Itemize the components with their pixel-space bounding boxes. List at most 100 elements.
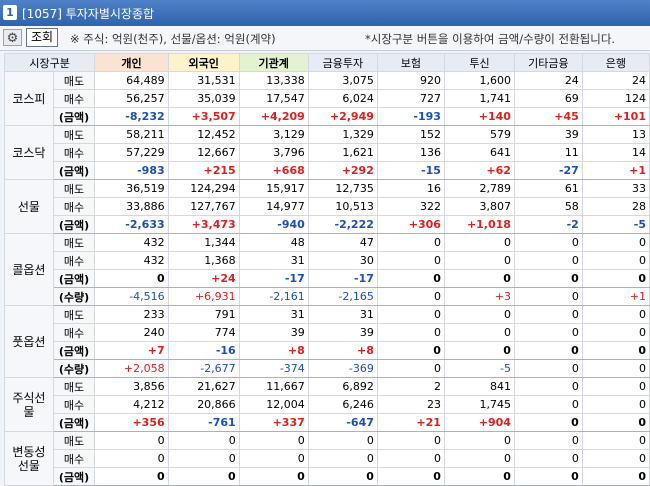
row-label: (금액): [52, 107, 96, 126]
value-cell: -17: [238, 269, 309, 288]
value-cell: +1: [581, 287, 650, 306]
market-label[interactable]: 풋옵션: [4, 305, 54, 378]
value-cell: 24: [581, 71, 650, 90]
value-cell: -27: [513, 161, 583, 180]
table-body: 코스피 매도 64,489 31,531 13,338 3,075 920 1,600 24 24…: [4, 71, 650, 486]
value-cell: 31: [307, 305, 378, 324]
value-cell: 16: [376, 179, 445, 198]
value-cell: 31: [238, 305, 309, 324]
value-cell: 14: [581, 143, 650, 162]
value-cell: 0: [513, 467, 583, 486]
table-row: (금액) +356 -761 +337 -647 +21 +904 0 0: [5, 413, 650, 432]
value-cell: -2,161: [238, 287, 309, 306]
value-cell: 0: [443, 449, 515, 468]
value-cell: 1,344: [167, 233, 240, 252]
header-market[interactable]: 시장구분: [3, 53, 96, 72]
value-cell: 0: [443, 251, 515, 270]
value-cell: 28: [581, 197, 650, 216]
row-label: 매수: [52, 251, 96, 270]
value-cell: 0: [443, 233, 515, 252]
row-label: (금액): [52, 467, 96, 486]
hint-note: *시장구분 버튼을 이용하여 금액/수량이 전환됩니다.: [365, 32, 616, 46]
value-cell: 17,547: [238, 89, 309, 108]
value-cell: +306: [376, 215, 445, 234]
row-label: 매수: [52, 449, 96, 468]
value-cell: 841: [443, 377, 515, 396]
query-button[interactable]: 조회: [26, 28, 58, 47]
row-label: 매도: [52, 179, 96, 198]
value-cell: +8: [238, 341, 309, 360]
table-row: (수량) -4,516 +6,931 -2,161 -2,165 0 +3 0 +1: [5, 287, 650, 306]
value-cell: 58: [513, 197, 583, 216]
market-label[interactable]: 콜옵션: [4, 233, 54, 306]
value-cell: -647: [307, 413, 378, 432]
toolbar: ⚙ 조회 ※ 주식: 억원(천주), 선물/옵션: 억원(계약) *시장구분 버…: [0, 26, 650, 51]
table-row: 코스피 매도 64,489 31,531 13,338 3,075 920 1,600 24 24: [4, 71, 650, 126]
value-cell: 0: [376, 251, 445, 270]
value-cell: 0: [376, 269, 445, 288]
value-cell: 0: [513, 449, 583, 468]
window-number-icon: 1: [3, 5, 17, 20]
row-label: 매도: [52, 125, 96, 144]
row-label: 매수: [52, 323, 96, 342]
gear-icon[interactable]: ⚙: [3, 29, 22, 46]
value-cell: 11,667: [238, 377, 309, 396]
value-cell: 14,977: [238, 197, 309, 216]
header-bank: 은행: [581, 53, 650, 72]
value-cell: 0: [513, 377, 583, 396]
market-label[interactable]: 선물: [4, 179, 54, 234]
value-cell: 13: [581, 125, 650, 144]
value-cell: 0: [513, 395, 583, 414]
unit-note: ※ 주식: 억원(천주), 선물/옵션: 억원(계약): [70, 32, 276, 46]
table-row: 매수 4,212 20,866 12,004 6,246 23 1,745 0 0: [5, 395, 650, 414]
investor-market-table: 시장구분 개인 외국인 기관계 금융투자 보험 투신 기타금융 은행 코스피 매도…: [3, 53, 650, 486]
value-cell: 0: [376, 449, 445, 468]
value-cell: 20,866: [167, 395, 240, 414]
value-cell: 0: [443, 323, 515, 342]
value-cell: +101: [581, 107, 650, 126]
value-cell: 124: [581, 89, 650, 108]
value-cell: -369: [307, 359, 378, 378]
header-other-finance: 기타금융: [513, 53, 583, 72]
value-cell: 0: [443, 431, 515, 450]
value-cell: 47: [307, 233, 378, 252]
market-label[interactable]: 코스피: [4, 71, 54, 126]
header-individual: 개인: [94, 53, 169, 72]
table-row: 풋옵션 매도 233 791 31 31 0 0 0 0: [4, 305, 650, 378]
market-label[interactable]: 주식선물: [4, 377, 54, 432]
market-label[interactable]: 코스닥: [4, 125, 54, 180]
value-cell: 727: [376, 89, 445, 108]
row-label: 매수: [52, 395, 96, 414]
value-cell: 0: [307, 431, 378, 450]
value-cell: 0: [581, 413, 650, 432]
value-cell: 0: [513, 413, 583, 432]
market-label[interactable]: 변동성 선물: [4, 431, 54, 486]
value-cell: 432: [94, 233, 169, 252]
value-cell: +356: [94, 413, 169, 432]
value-cell: 0: [376, 305, 445, 324]
value-cell: 791: [167, 305, 240, 324]
value-cell: 0: [581, 467, 650, 486]
value-cell: 3,807: [443, 197, 515, 216]
value-cell: +337: [238, 413, 309, 432]
value-cell: 322: [376, 197, 445, 216]
row-label: 매도: [52, 377, 96, 396]
value-cell: 0: [376, 323, 445, 342]
value-cell: 579: [443, 125, 515, 144]
row-label: (수량): [52, 359, 96, 378]
header-row: 시장구분 개인 외국인 기관계 금융투자 보험 투신 기타금융 은행: [3, 53, 650, 72]
value-cell: +1,018: [443, 215, 515, 234]
value-cell: 12,004: [238, 395, 309, 414]
value-cell: -5: [581, 215, 650, 234]
value-cell: 1,600: [443, 71, 515, 90]
value-cell: 0: [513, 305, 583, 324]
value-cell: +140: [443, 107, 515, 126]
header-financial-investment: 금융투자: [307, 53, 378, 72]
value-cell: 12,735: [307, 179, 378, 198]
value-cell: +45: [513, 107, 583, 126]
value-cell: -983: [94, 161, 169, 180]
value-cell: 0: [581, 377, 650, 396]
value-cell: -16: [167, 341, 240, 360]
value-cell: 136: [376, 143, 445, 162]
table-row: 선물 매도 36,519 124,294 15,917 12,735 16 2,789 61 33: [4, 179, 650, 234]
